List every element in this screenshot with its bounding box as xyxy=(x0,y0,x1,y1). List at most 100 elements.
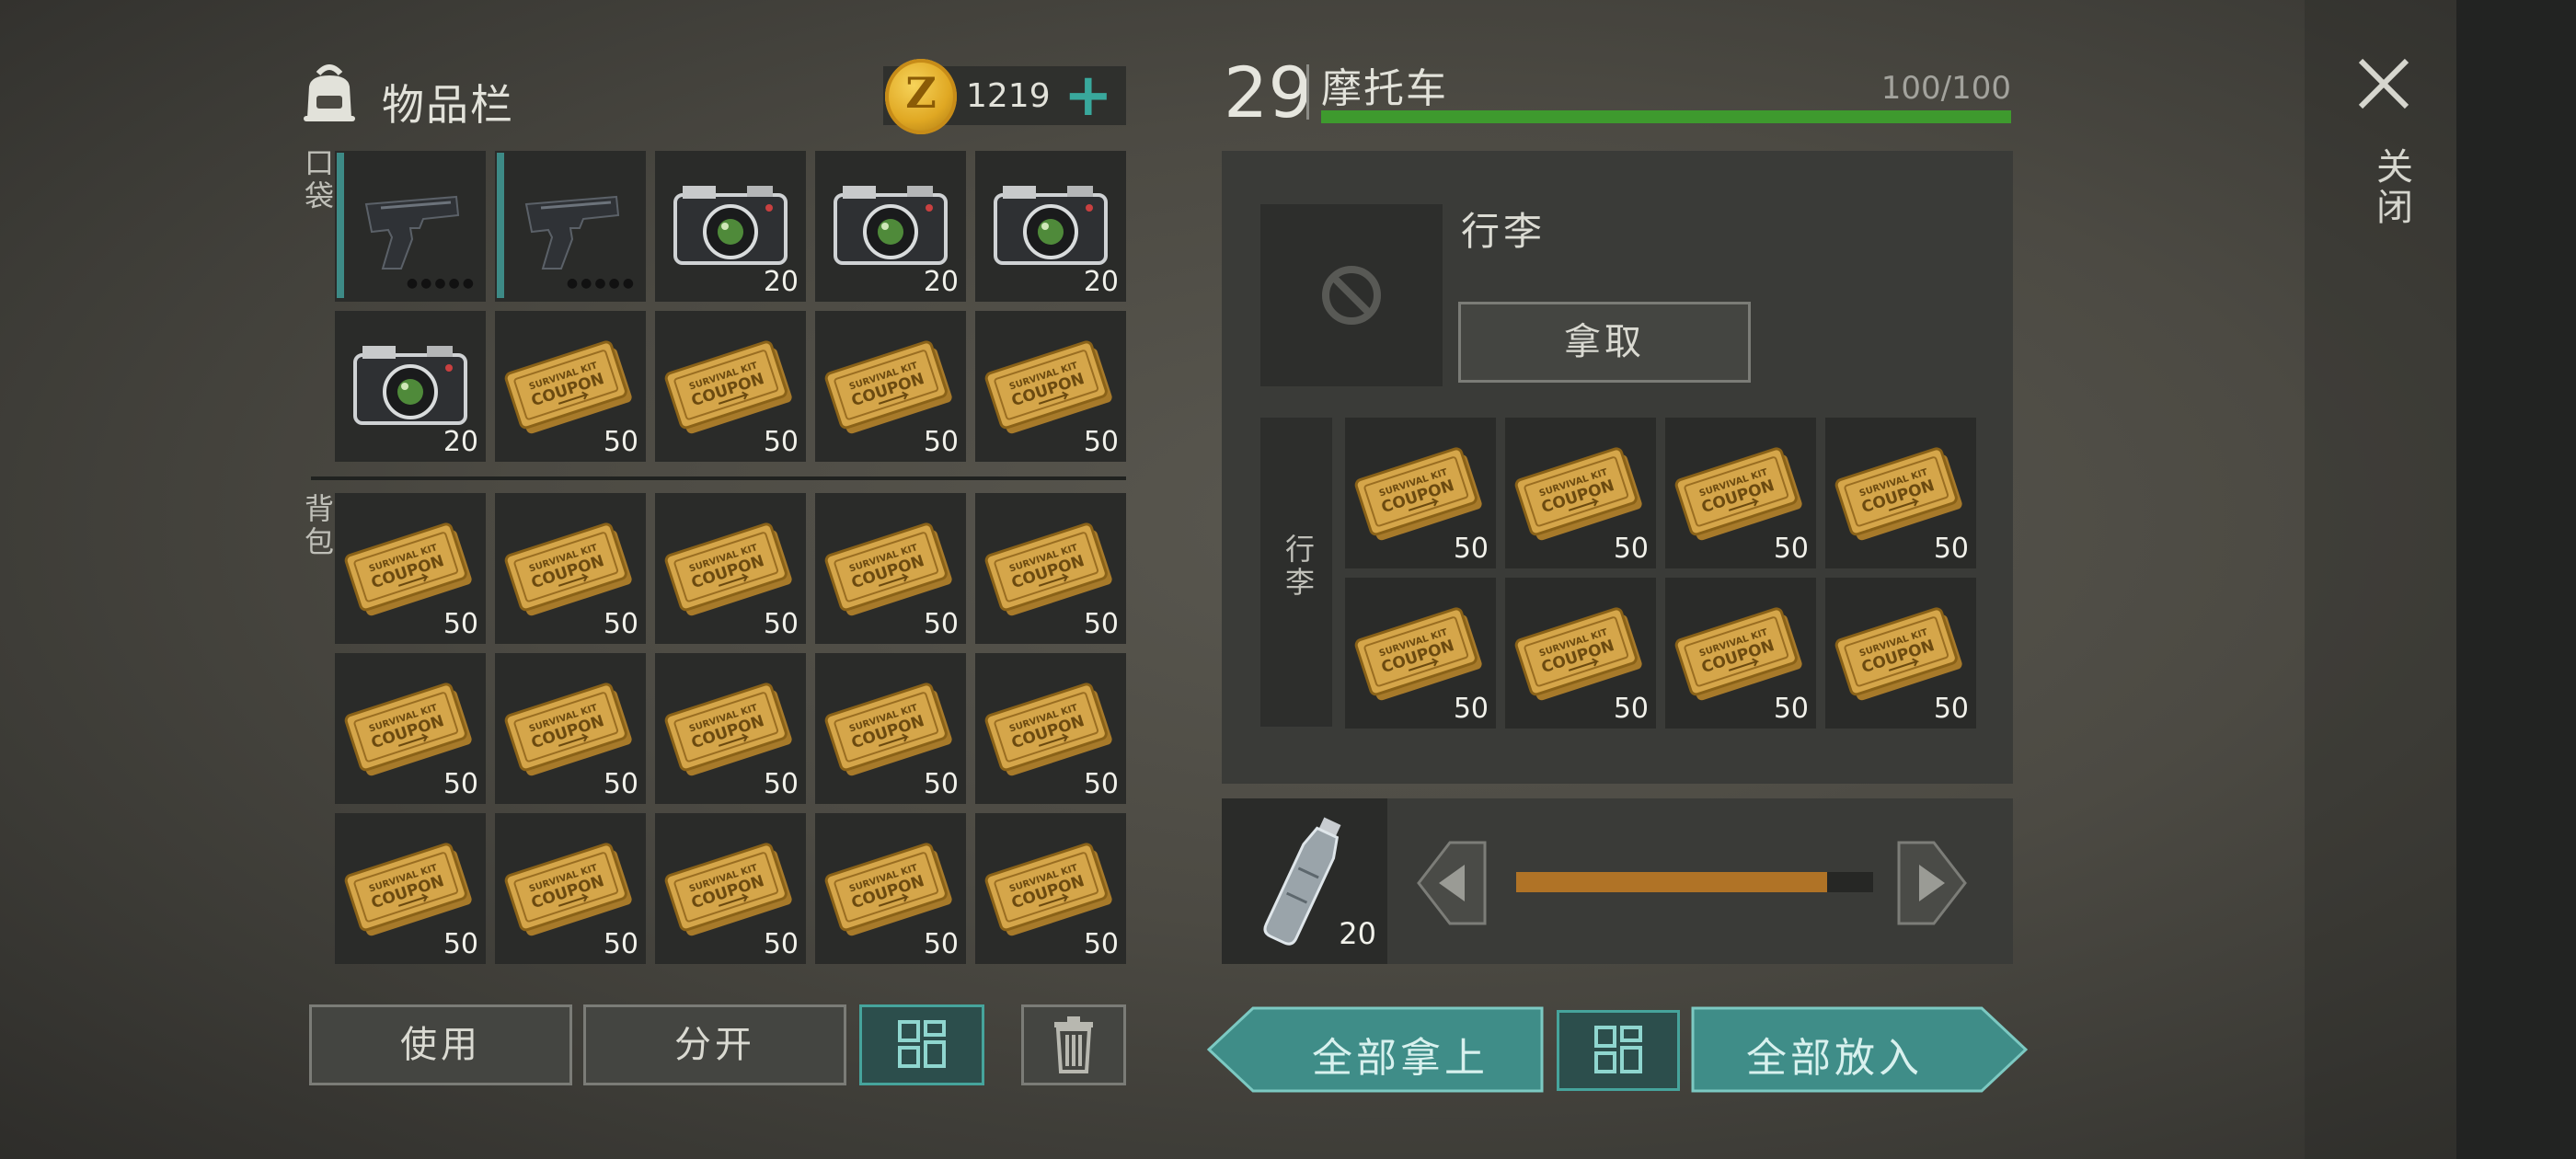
inventory-slot[interactable]: SURVIVAL KIT COUPON 50 xyxy=(1505,418,1656,568)
inventory-slot[interactable]: 20 xyxy=(335,311,486,462)
inventory-slot[interactable]: SURVIVAL KIT COUPON 50 xyxy=(655,493,806,644)
close-label[interactable]: 关闭 xyxy=(2364,147,2418,228)
inventory-slot[interactable]: SURVIVAL KIT COUPON 50 xyxy=(1825,418,1976,568)
item-quantity: 50 xyxy=(1773,693,1809,725)
item-quantity: 50 xyxy=(443,768,478,800)
inventory-slot[interactable]: SURVIVAL KIT COUPON 50 xyxy=(655,813,806,964)
inventory-slot[interactable]: SURVIVAL KIT COUPON 50 xyxy=(495,493,646,644)
inventory-slot[interactable]: SURVIVAL KIT COUPON 50 xyxy=(1665,578,1816,729)
coin-icon: Z xyxy=(885,59,957,134)
inventory-slot[interactable]: SURVIVAL KIT COUPON 50 xyxy=(1345,418,1496,568)
decrease-button[interactable] xyxy=(1415,839,1487,927)
item-quantity: 50 xyxy=(603,608,638,640)
screen-edge xyxy=(2456,0,2576,1159)
sort-luggage-button[interactable] xyxy=(1557,1010,1680,1091)
amount-slider-fill xyxy=(1516,872,1827,892)
item-quantity: 50 xyxy=(763,768,799,800)
backpack-icon xyxy=(296,59,362,125)
item-quantity: 50 xyxy=(763,928,799,960)
equipped-marker xyxy=(497,153,504,298)
sort-button[interactable] xyxy=(859,1004,984,1085)
inventory-slot[interactable]: 20 xyxy=(815,151,966,302)
durability-dots: ●●●●● xyxy=(566,276,637,291)
inventory-slot[interactable]: ●●●●● xyxy=(495,151,646,302)
take-button[interactable]: 拿取 xyxy=(1458,302,1751,383)
inventory-slot[interactable]: ●●●●● xyxy=(335,151,486,302)
close-button[interactable] xyxy=(2352,52,2416,116)
inventory-slot[interactable]: 20 xyxy=(975,151,1126,302)
pocket-grid: ●●●●● ●●●●● 20 20 20 20 SURVIVAL KIT COUPON 50 SU… xyxy=(335,151,1126,462)
backpack-label: 背包 xyxy=(300,493,335,559)
luggage-side-label: 行李 xyxy=(1281,534,1316,600)
put-all-label: 全部放入 xyxy=(1746,1035,1923,1082)
inventory-slot[interactable]: SURVIVAL KIT COUPON 50 xyxy=(495,311,646,462)
inventory-slot[interactable]: SURVIVAL KIT COUPON 50 xyxy=(495,653,646,804)
item-quantity: 50 xyxy=(763,426,799,458)
put-all-button[interactable]: 全部放入 xyxy=(1691,1006,2028,1093)
delete-button[interactable] xyxy=(1021,1004,1126,1085)
luggage-grid: SURVIVAL KIT COUPON 50 SURVIVAL KIT COUPON 50… xyxy=(1345,418,1976,729)
item-quantity: 20 xyxy=(763,266,799,298)
grid-sort-icon xyxy=(1594,1026,1642,1073)
vehicle-level: 29 xyxy=(1224,52,1313,133)
take-all-label: 全部拿上 xyxy=(1312,1035,1489,1082)
inventory-slot[interactable]: SURVIVAL KIT COUPON 50 xyxy=(655,653,806,804)
inventory-slot[interactable]: SURVIVAL KIT COUPON 50 xyxy=(1345,578,1496,729)
inventory-slot[interactable]: SURVIVAL KIT COUPON 50 xyxy=(1825,578,1976,729)
inventory-slot[interactable]: SURVIVAL KIT COUPON 50 xyxy=(1665,418,1816,568)
inventory-slot[interactable]: 20 xyxy=(655,151,806,302)
take-all-button[interactable]: 全部拿上 xyxy=(1207,1006,1544,1093)
inventory-slot[interactable]: SURVIVAL KIT COUPON 50 xyxy=(1505,578,1656,729)
inventory-slot[interactable]: SURVIVAL KIT COUPON 50 xyxy=(495,813,646,964)
equip-slot-empty[interactable] xyxy=(1260,204,1443,386)
inventory-slot[interactable]: SURVIVAL KIT COUPON 50 xyxy=(335,813,486,964)
arrow-right-icon xyxy=(1897,841,1967,925)
equipped-marker xyxy=(337,153,344,298)
inventory-slot[interactable]: SURVIVAL KIT COUPON 50 xyxy=(335,653,486,804)
header-separator xyxy=(1306,64,1309,120)
item-quantity: 20 xyxy=(923,266,959,298)
inventory-slot[interactable]: SURVIVAL KIT COUPON 50 xyxy=(975,813,1126,964)
inventory-slot[interactable]: SURVIVAL KIT COUPON 50 xyxy=(975,653,1126,804)
increase-button[interactable] xyxy=(1897,839,1969,927)
inventory-slot[interactable]: SURVIVAL KIT COUPON 50 xyxy=(815,813,966,964)
item-quantity: 50 xyxy=(603,768,638,800)
item-quantity: 50 xyxy=(603,928,638,960)
item-quantity: 20 xyxy=(443,426,478,458)
arrow-left-icon xyxy=(1417,841,1487,925)
item-quantity: 50 xyxy=(1613,693,1649,725)
inventory-slot[interactable]: SURVIVAL KIT COUPON 50 xyxy=(975,493,1126,644)
item-quantity: 50 xyxy=(1083,608,1119,640)
inventory-slot[interactable]: SURVIVAL KIT COUPON 50 xyxy=(655,311,806,462)
close-icon xyxy=(2358,58,2409,109)
item-quantity: 50 xyxy=(443,928,478,960)
use-button[interactable]: 使用 xyxy=(309,1004,572,1085)
add-currency-button[interactable]: + xyxy=(1064,66,1113,125)
item-quantity: 50 xyxy=(603,426,638,458)
vehicle-durability: 100/100 xyxy=(1880,70,2011,107)
item-slot[interactable]: 20 xyxy=(1222,798,1387,964)
durability-dots: ●●●●● xyxy=(406,276,477,291)
currency-amount: 1219 xyxy=(966,77,1051,115)
section-divider xyxy=(311,476,1126,480)
item-quantity: 50 xyxy=(923,426,959,458)
inventory-slot[interactable]: SURVIVAL KIT COUPON 50 xyxy=(815,653,966,804)
inventory-slot[interactable]: SURVIVAL KIT COUPON 50 xyxy=(335,493,486,644)
inventory-slot[interactable]: SURVIVAL KIT COUPON 50 xyxy=(815,493,966,644)
inventory-slot[interactable]: SURVIVAL KIT COUPON 50 xyxy=(975,311,1126,462)
item-quantity: 50 xyxy=(1613,533,1649,565)
item-quantity: 50 xyxy=(1453,693,1489,725)
item-quantity: 50 xyxy=(1453,533,1489,565)
item-quantity: 50 xyxy=(923,928,959,960)
item-quantity: 50 xyxy=(1083,928,1119,960)
item-quantity: 50 xyxy=(923,608,959,640)
backpack-grid: SURVIVAL KIT COUPON 50 SURVIVAL KIT COUPON 50… xyxy=(335,493,1126,964)
luggage-title: 行李 xyxy=(1461,209,1547,254)
item-quantity: 50 xyxy=(763,608,799,640)
split-button[interactable]: 分开 xyxy=(583,1004,846,1085)
inventory-slot[interactable]: SURVIVAL KIT COUPON 50 xyxy=(815,311,966,462)
item-quantity: 50 xyxy=(443,608,478,640)
vehicle-name: 摩托车 xyxy=(1321,65,1448,112)
item-quantity: 50 xyxy=(1773,533,1809,565)
item-quantity: 50 xyxy=(1083,768,1119,800)
